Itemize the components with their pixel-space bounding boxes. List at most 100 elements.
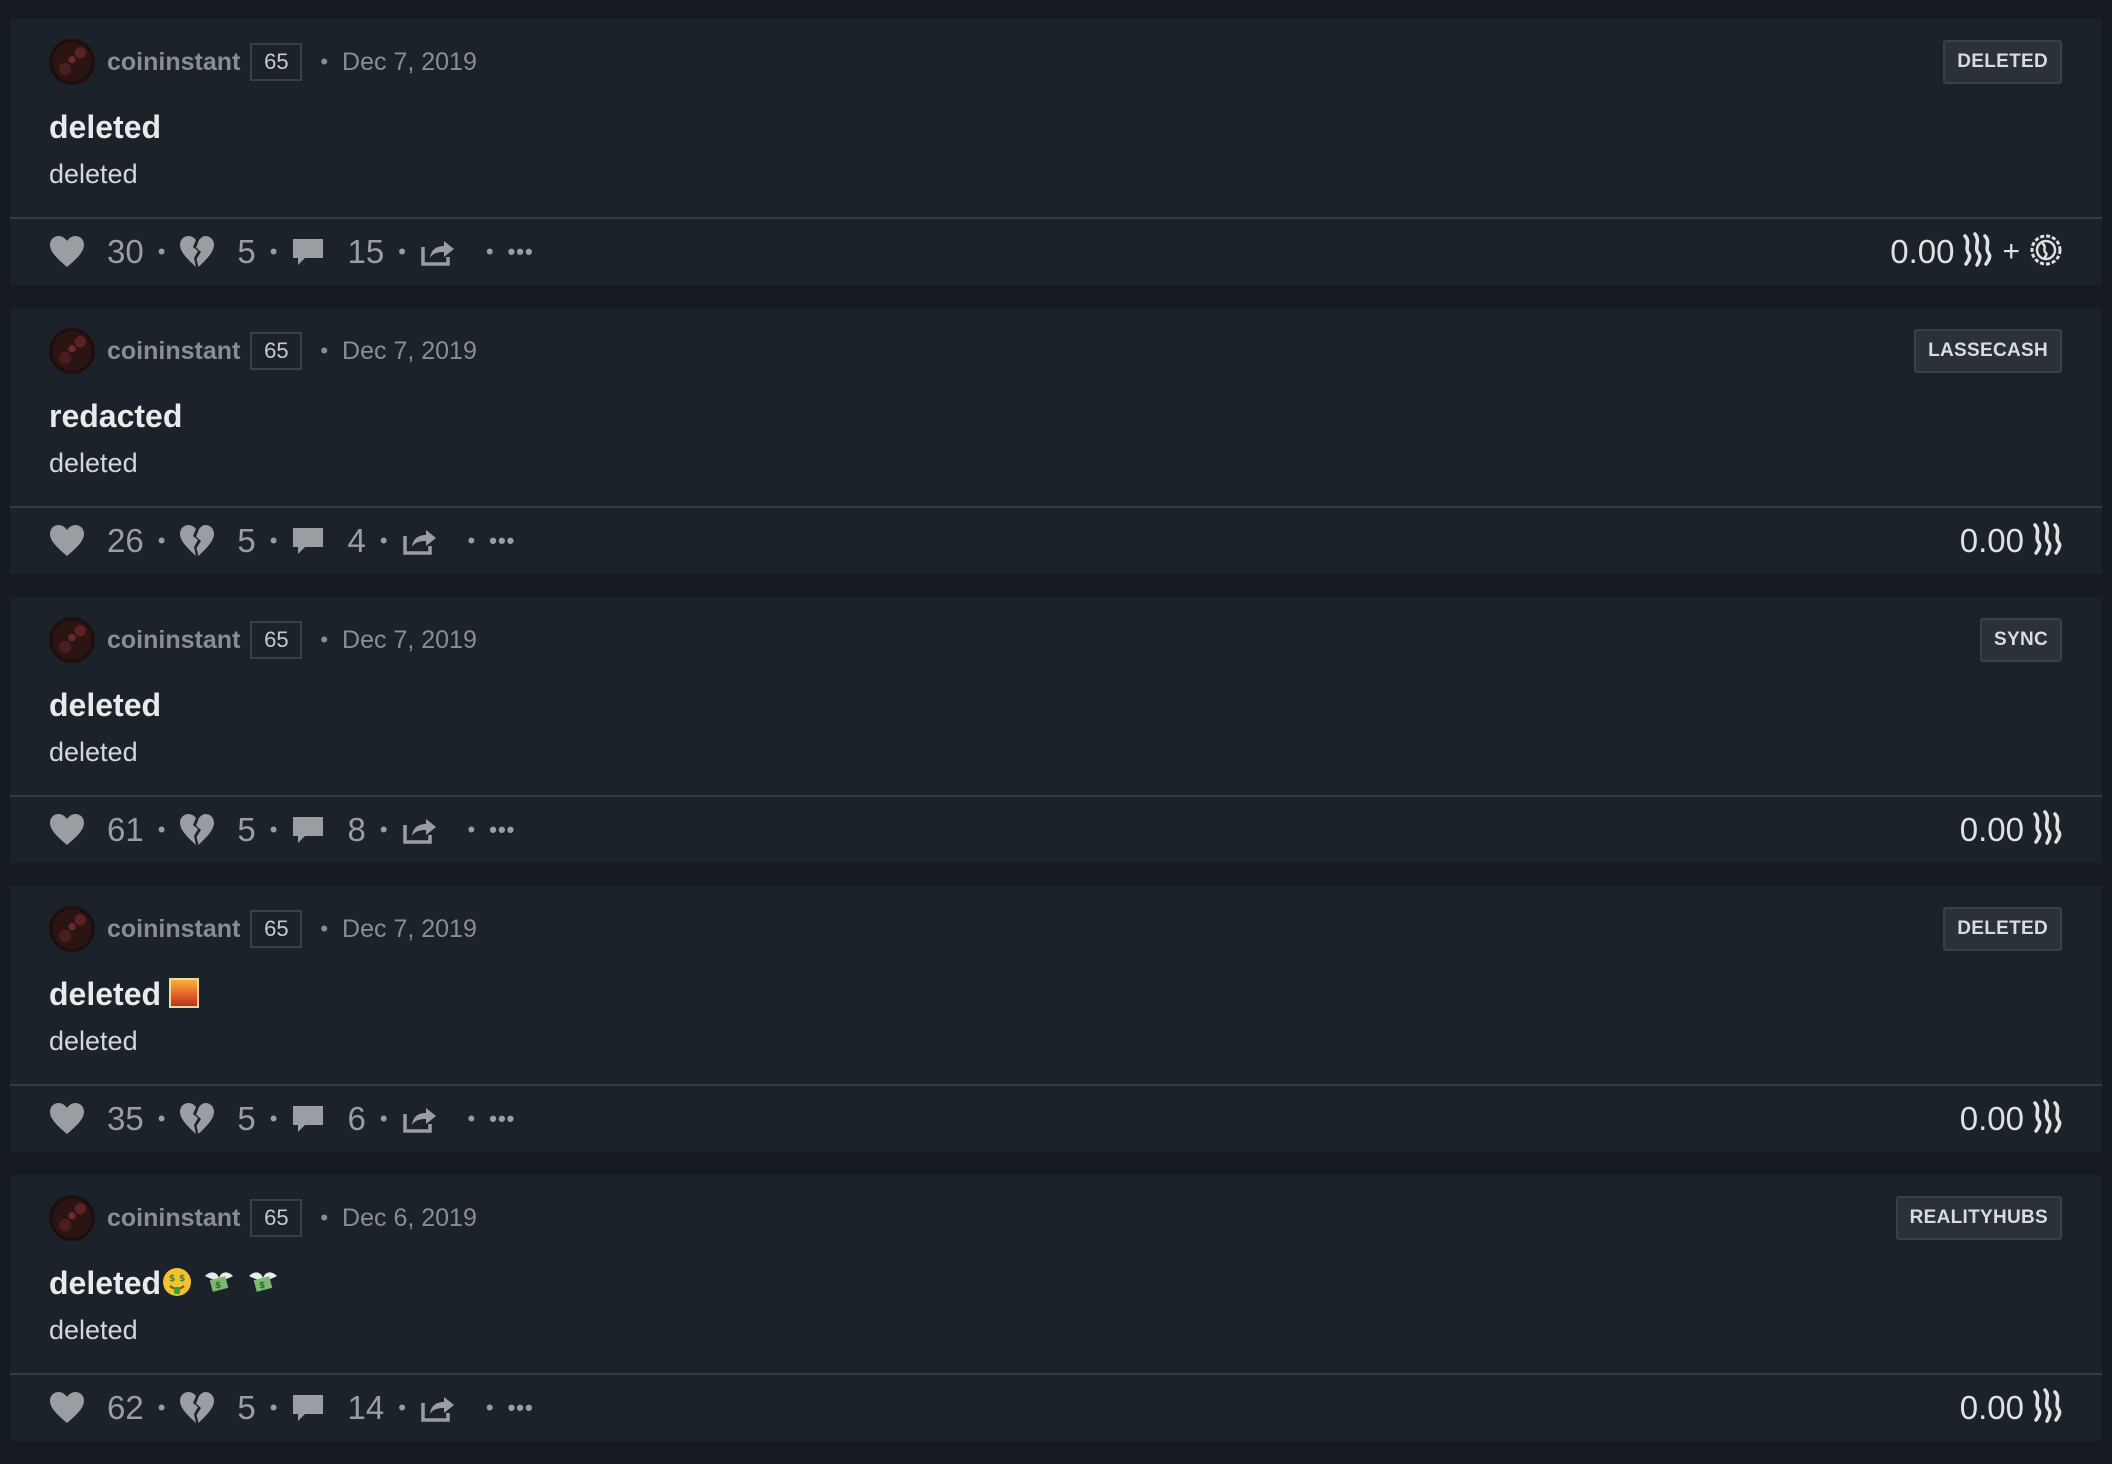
- post-card[interactable]: coininstant 65 • Dec 7, 2019 LASSECASH redact…: [10, 308, 2102, 574]
- steem-icon: [2032, 1387, 2064, 1429]
- heart-icon[interactable]: [49, 524, 85, 558]
- post-actions: 62 • 5 • 14 • • •••: [49, 1375, 534, 1441]
- post-card[interactable]: coininstant 65 • Dec 6, 2019 REALITYHUBS dele…: [10, 1175, 2102, 1441]
- share-icon[interactable]: [420, 1393, 456, 1423]
- broken-heart-icon[interactable]: [179, 1102, 215, 1136]
- comment-bubble-icon[interactable]: [291, 525, 325, 557]
- author-name[interactable]: coininstant: [107, 626, 240, 655]
- post-card[interactable]: coininstant 6 5 • Dec 7, 2019 DELETED deleted d…: [10, 886, 2102, 1152]
- separator-dot: •: [157, 1395, 166, 1420]
- more-dots-icon[interactable]: •••: [489, 1106, 515, 1132]
- separator-dot: •: [269, 817, 278, 842]
- post-summary[interactable]: deleted: [49, 1026, 138, 1057]
- post-card[interactable]: coininstant 65 • Dec 7, 2019 DELETED deleted d…: [10, 19, 2102, 285]
- post-date[interactable]: Dec 7, 2019: [342, 626, 477, 655]
- comment-bubble-icon[interactable]: [291, 236, 325, 268]
- avatar[interactable]: [49, 906, 95, 952]
- post-title-link[interactable]: redacted: [49, 398, 182, 435]
- post-summary[interactable]: deleted: [49, 448, 138, 479]
- broken-heart-icon[interactable]: [179, 813, 215, 847]
- avatar[interactable]: [49, 39, 95, 85]
- post-header: coininstant 65 • Dec 6, 2019: [49, 1195, 477, 1241]
- post-summary[interactable]: deleted: [49, 1315, 138, 1346]
- payout[interactable]: 0.00: [1960, 508, 2064, 574]
- money-with-wings-emoji: $: [245, 1266, 281, 1306]
- heart-icon[interactable]: [49, 813, 85, 847]
- payout[interactable]: 0.00: [1960, 1375, 2064, 1441]
- post-title-link[interactable]: deleted: [49, 109, 161, 146]
- payout[interactable]: 0.00: [1960, 1086, 2064, 1152]
- author-name[interactable]: coininstant: [107, 915, 240, 944]
- author-name[interactable]: coininstant: [107, 1204, 240, 1233]
- broken-heart-icon[interactable]: [179, 524, 215, 558]
- comment-bubble-icon[interactable]: [291, 1103, 325, 1135]
- more-dots-icon[interactable]: •••: [489, 817, 515, 843]
- avatar[interactable]: [49, 617, 95, 663]
- post-date[interactable]: Dec 7, 2019: [342, 915, 477, 944]
- community-tag[interactable]: REALITYHUBS: [1895, 1196, 2062, 1240]
- more-dots-icon[interactable]: •••: [508, 239, 534, 265]
- community-tag[interactable]: SYNC: [1980, 618, 2062, 662]
- post-summary[interactable]: deleted: [49, 159, 138, 190]
- more-dots-icon[interactable]: •••: [489, 528, 515, 554]
- post-actions: 61 • 5 • 8 • • •••: [49, 797, 515, 863]
- share-icon[interactable]: [402, 815, 438, 845]
- upvote-count[interactable]: 26: [107, 522, 144, 560]
- share-icon[interactable]: [420, 237, 456, 267]
- comment-bubble-icon[interactable]: [291, 814, 325, 846]
- heart-icon[interactable]: [49, 235, 85, 269]
- post-title: redacted: [49, 398, 183, 434]
- heart-icon[interactable]: [49, 1391, 85, 1425]
- more-dots-icon[interactable]: •••: [508, 1395, 534, 1421]
- comment-count[interactable]: 15: [347, 233, 384, 271]
- separator-dot: •: [485, 239, 494, 264]
- separator-dot: •: [467, 528, 476, 553]
- upvote-count[interactable]: 62: [107, 1389, 144, 1427]
- post-card[interactable]: coininstant 65 • Dec 7, 2019 SYNC deleted dele…: [10, 597, 2102, 863]
- comment-count[interactable]: 14: [347, 1389, 384, 1427]
- separator-dot: •: [157, 239, 166, 264]
- separator-dot: •: [320, 338, 329, 363]
- post-header: coininstant 65 • Dec 7, 2019: [49, 617, 477, 663]
- upvote-count[interactable]: 35: [107, 1100, 144, 1138]
- community-tag[interactable]: DELETED: [1943, 907, 2062, 951]
- downvote-count[interactable]: 5: [237, 233, 255, 271]
- post-title: deleted: [49, 1265, 162, 1301]
- broken-heart-icon[interactable]: [179, 1391, 215, 1425]
- separator-dot: •: [320, 916, 329, 941]
- downvote-count[interactable]: 5: [237, 522, 255, 560]
- post-date[interactable]: Dec 7, 2019: [342, 48, 477, 77]
- comment-count[interactable]: 4: [347, 522, 365, 560]
- post-date[interactable]: Dec 7, 2019: [342, 337, 477, 366]
- avatar[interactable]: [49, 1195, 95, 1241]
- post-title-link[interactable]: deleted: [49, 687, 161, 724]
- downvote-count[interactable]: 5: [237, 1100, 255, 1138]
- payout[interactable]: 0.00 +: [1890, 219, 2064, 285]
- post-summary[interactable]: deleted: [49, 737, 138, 768]
- separator-dot: •: [157, 817, 166, 842]
- separator-dot: •: [269, 239, 278, 264]
- post-title-link[interactable]: deleted $ $ $ $: [49, 1265, 281, 1306]
- share-icon[interactable]: [402, 526, 438, 556]
- downvote-count[interactable]: 5: [237, 1389, 255, 1427]
- broken-heart-icon[interactable]: [179, 235, 215, 269]
- downvote-count[interactable]: 5: [237, 811, 255, 849]
- post-date[interactable]: Dec 6, 2019: [342, 1204, 477, 1233]
- comment-count[interactable]: 6: [347, 1100, 365, 1138]
- share-icon[interactable]: [402, 1104, 438, 1134]
- payout[interactable]: 0.00: [1960, 797, 2064, 863]
- post-title-link[interactable]: deleted: [49, 976, 200, 1013]
- community-tag[interactable]: LASSECASH: [1914, 329, 2062, 373]
- comment-bubble-icon[interactable]: [291, 1392, 325, 1424]
- author-name[interactable]: coininstant: [107, 337, 240, 366]
- post-title: deleted: [49, 976, 162, 1012]
- upvote-count[interactable]: 30: [107, 233, 144, 271]
- avatar[interactable]: [49, 328, 95, 374]
- upvote-count[interactable]: 61: [107, 811, 144, 849]
- steem-icon: [2032, 1098, 2064, 1140]
- comment-count[interactable]: 8: [347, 811, 365, 849]
- heart-icon[interactable]: [49, 1102, 85, 1136]
- community-tag[interactable]: DELETED: [1943, 40, 2062, 84]
- author-name[interactable]: coininstant: [107, 48, 240, 77]
- separator-dot: •: [320, 49, 329, 74]
